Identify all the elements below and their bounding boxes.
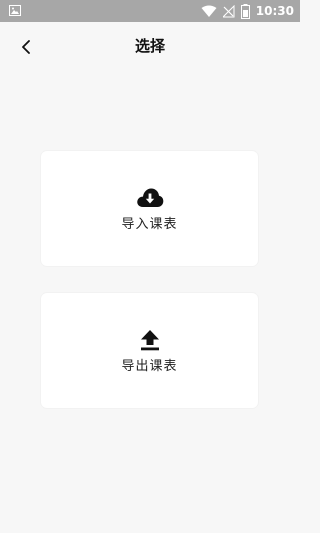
status-bar: 10:30 <box>0 0 300 22</box>
status-indicators: 10:30 <box>201 3 294 19</box>
import-schedule-label: 导入课表 <box>121 217 178 232</box>
battery-icon <box>240 3 250 19</box>
header: 选择 <box>0 22 300 70</box>
import-schedule-card[interactable]: 导入课表 <box>41 151 258 266</box>
export-schedule-card[interactable]: 导出课表 <box>41 293 258 408</box>
export-schedule-label: 导出课表 <box>121 359 178 374</box>
upload-icon <box>136 326 164 354</box>
wifi-icon <box>201 5 217 17</box>
no-signal-icon <box>222 4 235 17</box>
cloud-download-icon <box>136 184 164 212</box>
image-notification-icon <box>9 5 21 16</box>
page-title: 选择 <box>134 37 165 55</box>
status-time: 10:30 <box>255 4 294 18</box>
